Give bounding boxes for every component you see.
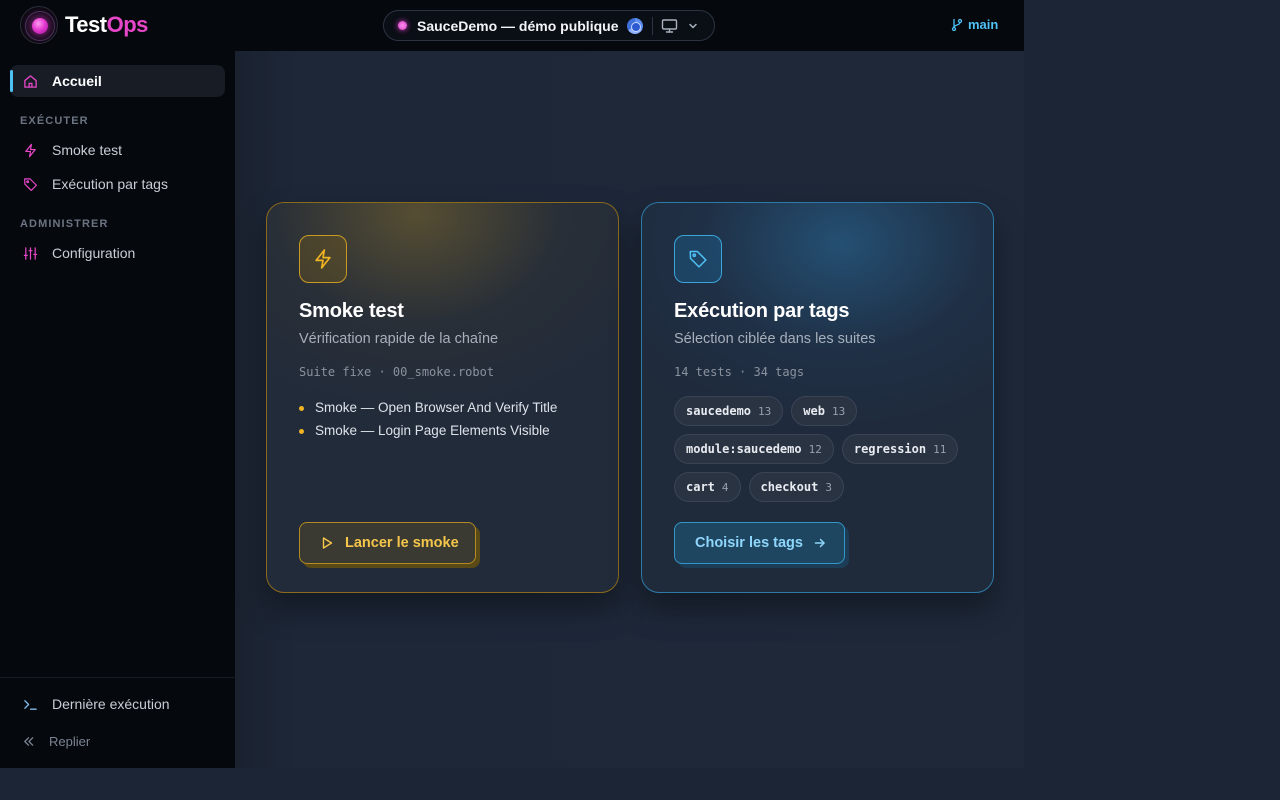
tag-name: saucedemo xyxy=(686,404,752,418)
choose-tags-label: Choisir les tags xyxy=(695,535,803,551)
tag-execution-card: Exécution par tags Sélection ciblée dans… xyxy=(641,202,994,593)
brand-name: TestOps xyxy=(65,12,148,38)
sidebar: Accueil EXÉCUTER Smoke test Exécution pa… xyxy=(0,51,235,768)
brand-name-part1: Test xyxy=(65,12,107,37)
choose-tags-button[interactable]: Choisir les tags xyxy=(674,522,845,564)
tag-chip[interactable]: regression 11 xyxy=(841,434,959,464)
monitor-icon[interactable] xyxy=(661,18,678,39)
project-divider xyxy=(652,17,653,35)
sidebar-item-label: Smoke test xyxy=(52,142,123,158)
tag-count: 13 xyxy=(831,404,846,418)
card-title: Exécution par tags xyxy=(674,300,850,322)
collapse-label: Replier xyxy=(49,734,91,749)
card-title: Smoke test xyxy=(299,300,404,322)
section-label-admin: ADMINISTRER xyxy=(20,218,109,230)
smoke-test-card: Smoke test Vérification rapide de la cha… xyxy=(266,202,619,593)
list-item: Smoke — Login Page Elements Visible xyxy=(299,419,557,442)
sidebar-item-last-run[interactable]: Dernière exécution xyxy=(10,688,225,720)
brand-name-part2: Ops xyxy=(106,12,149,37)
lightning-icon xyxy=(299,235,347,283)
tag-chip-list: saucedemo 13 web 13 module:saucedemo 12 reg… xyxy=(674,396,974,510)
sliders-icon xyxy=(22,245,38,261)
run-smoke-label: Lancer le smoke xyxy=(345,535,459,551)
tag-name: regression xyxy=(853,442,927,456)
arrow-right-icon xyxy=(814,538,825,548)
tag-count: 13 xyxy=(758,404,772,418)
chevron-down-icon[interactable] xyxy=(687,19,699,37)
sidebar-item-tags[interactable]: Exécution par tags xyxy=(10,168,225,200)
page-background-strip xyxy=(0,768,1280,800)
sidebar-item-smoke[interactable]: Smoke test xyxy=(10,134,225,166)
double-chevron-left-icon xyxy=(24,737,34,746)
sidebar-item-label: Configuration xyxy=(52,245,136,261)
tag-name: module:saucedemo xyxy=(686,442,802,456)
main-content: Smoke test Vérification rapide de la cha… xyxy=(235,51,1024,768)
brand-logo[interactable]: TestOps xyxy=(20,6,148,44)
tag-chip[interactable]: saucedemo 13 xyxy=(674,396,784,426)
branch-indicator[interactable]: main xyxy=(951,17,998,32)
tag-chip[interactable]: cart 4 xyxy=(674,472,741,502)
logo-orb-icon xyxy=(20,6,58,44)
test-name: Smoke — Login Page Elements Visible xyxy=(315,423,550,438)
project-status-dot xyxy=(398,21,407,30)
card-meta: 14 tests · 34 tags xyxy=(674,365,805,379)
section-label-execute: EXÉCUTER xyxy=(20,115,89,127)
chrome-icon[interactable] xyxy=(627,18,643,34)
terminal-icon xyxy=(22,696,38,712)
tag-name: web xyxy=(803,404,825,418)
tag-chip[interactable]: module:saucedemo 12 xyxy=(674,434,834,464)
sidebar-item-label: Dernière exécution xyxy=(52,696,170,712)
tag-count: 12 xyxy=(808,442,822,456)
tag-count: 4 xyxy=(721,480,729,494)
git-branch-icon xyxy=(951,18,963,31)
project-selector[interactable]: SauceDemo — démo publique xyxy=(383,10,715,41)
card-meta: Suite fixe · 00_smoke.robot xyxy=(299,365,495,379)
play-icon xyxy=(322,537,333,549)
top-bar: TestOps SauceDemo — démo publique main xyxy=(0,0,1024,51)
card-subtitle: Sélection ciblée dans les suites xyxy=(674,331,876,347)
run-smoke-button[interactable]: Lancer le smoke xyxy=(299,522,476,564)
branch-name: main xyxy=(968,17,999,32)
sidebar-item-home[interactable]: Accueil xyxy=(10,65,225,97)
project-title: SauceDemo — démo publique xyxy=(417,17,619,34)
tag-chip[interactable]: web 13 xyxy=(791,396,858,426)
card-subtitle: Vérification rapide de la chaîne xyxy=(299,331,499,347)
lightning-icon xyxy=(22,142,38,158)
tag-count: 3 xyxy=(825,480,832,494)
sidebar-item-configuration[interactable]: Configuration xyxy=(10,237,225,269)
tag-name: cart xyxy=(686,480,715,494)
tag-icon xyxy=(674,235,722,283)
tag-count: 11 xyxy=(933,442,947,456)
bullet-dot xyxy=(299,429,304,434)
bullet-dot xyxy=(299,406,304,411)
home-icon xyxy=(22,73,38,89)
tag-name: checkout xyxy=(760,480,819,494)
sidebar-item-label: Accueil xyxy=(52,73,102,89)
list-item: Smoke — Open Browser And Verify Title xyxy=(299,396,557,419)
tag-chip[interactable]: checkout 3 xyxy=(748,472,844,502)
sidebar-item-label: Exécution par tags xyxy=(52,176,168,192)
collapse-sidebar-button[interactable]: Replier xyxy=(22,734,90,749)
tag-icon xyxy=(22,176,38,192)
test-name: Smoke — Open Browser And Verify Title xyxy=(315,400,558,415)
smoke-test-list: Smoke — Open Browser And Verify Title Sm… xyxy=(299,396,557,442)
sidebar-divider xyxy=(0,677,235,678)
